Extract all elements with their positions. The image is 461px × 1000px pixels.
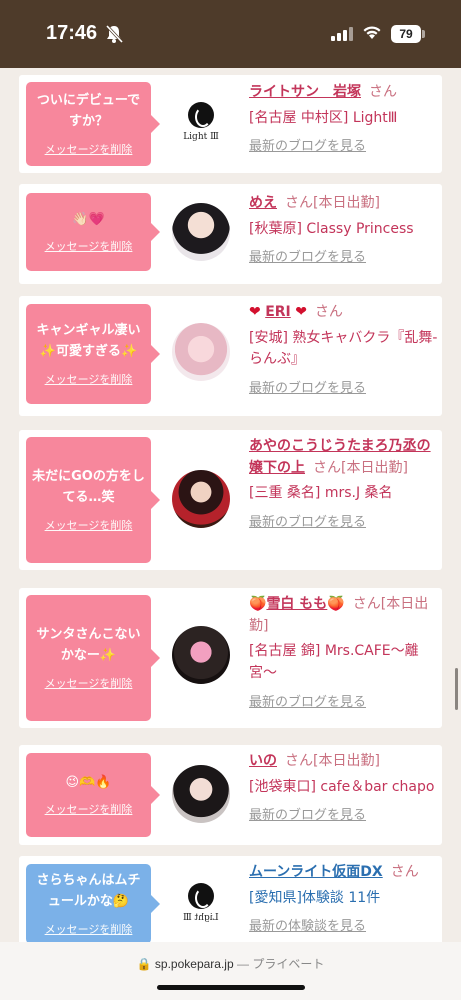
delete-message-link[interactable]: メッセージを削除 xyxy=(45,921,133,937)
delete-message-link[interactable]: メッセージを削除 xyxy=(45,238,133,254)
peach-icon: 🍑 xyxy=(327,596,345,612)
shop-link[interactable]: [秋葉原] Classy Princess xyxy=(249,219,439,241)
girl-name-link[interactable]: 雪白 もも xyxy=(266,596,327,612)
message-bubble[interactable]: キャンギャル凄い✨可愛すぎる✨ メッセージを削除 xyxy=(26,304,160,404)
moon-logo-icon xyxy=(188,883,214,909)
girl-avatar[interactable] xyxy=(172,203,230,261)
delete-message-link[interactable]: メッセージを削除 xyxy=(45,675,133,691)
shop-link[interactable]: [名古屋 中村区] LightⅢ xyxy=(249,108,439,130)
message-card: さらちゃんはムチュールかな🤔 メッセージを削除 Light Ⅲ ムーンライト仮面… xyxy=(19,856,442,956)
girl-name-link[interactable]: ERI xyxy=(265,304,291,320)
message-card: ついにデビューですか？ メッセージを削除 Light Ⅲ ライトサン 岩塚 さん … xyxy=(19,75,442,173)
shop-link[interactable]: [名古屋 錦] Mrs.CAFE〜離宮〜 xyxy=(249,641,439,684)
girl-name-link[interactable]: めえ xyxy=(249,195,277,211)
latest-review-link[interactable]: 最新の体験談を見る xyxy=(249,917,366,937)
girl-avatar[interactable] xyxy=(172,323,230,381)
logo-text: Light Ⅲ xyxy=(183,132,219,142)
message-text: 😉🫶🔥 xyxy=(65,774,112,790)
message-info: いの さん[本日出勤] [池袋東口] cafe＆bar chapo 最新のブログを… xyxy=(249,751,439,827)
message-bubble[interactable]: 未だにGOの方をしてる…笑 メッセージを削除 xyxy=(26,437,160,563)
shop-link[interactable]: [池袋東口] cafe＆bar chapo xyxy=(249,777,439,799)
message-bubble[interactable]: 😉🫶🔥 メッセージを削除 xyxy=(26,753,160,837)
peach-icon: 🍑 xyxy=(249,596,267,612)
bell-slash-icon xyxy=(105,24,124,44)
shop-link[interactable]: [三重 桑名] mrs.J 桑名 xyxy=(249,483,439,505)
latest-blog-link[interactable]: 最新のブログを見る xyxy=(249,248,366,268)
browser-url-bar[interactable]: 🔒 sp.pokepara.jp — プライベート xyxy=(0,942,461,1000)
shop-logo: Light Ⅲ xyxy=(172,874,230,932)
girl-name-link[interactable]: ムーンライト仮面DX xyxy=(249,864,383,880)
scrollbar-thumb[interactable] xyxy=(455,668,458,710)
status-time: 17:46 xyxy=(46,22,98,44)
message-text: 未だにGOの方をしてる…笑 xyxy=(32,469,145,505)
latest-blog-link[interactable]: 最新のブログを見る xyxy=(249,137,366,157)
message-card: 😉🫶🔥 メッセージを削除 いの さん[本日出勤] [池袋東口] cafe＆bar … xyxy=(19,745,442,845)
name-suffix: さん xyxy=(314,304,343,320)
shop-link[interactable]: [安城] 熟女キャバクラ『乱舞-らんぶ』 xyxy=(249,328,439,371)
message-info: ライトサン 岩塚 さん [名古屋 中村区] LightⅢ 最新のブログを見る xyxy=(249,82,439,158)
battery-indicator: 79 xyxy=(391,25,421,43)
delete-message-link[interactable]: メッセージを削除 xyxy=(45,141,133,157)
girl-avatar[interactable] xyxy=(172,470,230,528)
latest-blog-link[interactable]: 最新のブログを見る xyxy=(249,806,366,826)
girl-name-link[interactable]: ライトサン 岩塚 xyxy=(249,84,361,100)
message-card: キャンギャル凄い✨可愛すぎる✨ メッセージを削除 ❤ ERI ❤ さん [安城] … xyxy=(19,296,442,416)
heart-icon: ❤ xyxy=(249,304,261,320)
moon-logo-icon xyxy=(188,102,214,128)
signal-icon xyxy=(331,27,353,41)
message-card: 未だにGOの方をしてる…笑 メッセージを削除 あやのこうじうたまろ乃丞の嬢下の上… xyxy=(19,430,442,570)
latest-blog-link[interactable]: 最新のブログを見る xyxy=(249,693,366,713)
name-suffix: さん[本日出勤] xyxy=(313,459,408,476)
heart-icon: ❤ xyxy=(295,304,307,320)
home-indicator[interactable] xyxy=(157,985,305,990)
status-bar: 17:46 79 xyxy=(0,0,461,68)
shop-logo: Light Ⅲ xyxy=(172,93,230,151)
message-text: サンタさんこないかなー✨ xyxy=(36,627,141,663)
girl-name-link[interactable]: いの xyxy=(249,753,277,769)
message-text: さらちゃんはムチュールかな🤔 xyxy=(36,873,141,909)
latest-blog-link[interactable]: 最新のブログを見る xyxy=(249,379,366,399)
girl-avatar[interactable] xyxy=(172,765,230,823)
message-bubble[interactable]: 👋🏻💗 メッセージを削除 xyxy=(26,193,160,271)
message-info: あやのこうじうたまろ乃丞の嬢下の上 さん[本日出勤] [三重 桑名] mrs.J … xyxy=(249,436,439,534)
latest-blog-link[interactable]: 最新のブログを見る xyxy=(249,513,366,533)
message-info: ムーンライト仮面DX さん [愛知県]体験談 11件 最新の体験談を見る xyxy=(249,862,439,938)
review-count-link[interactable]: [愛知県]体験談 11件 xyxy=(249,888,439,910)
url-separator: — xyxy=(237,957,249,971)
message-bubble[interactable]: サンタさんこないかなー✨ メッセージを削除 xyxy=(26,595,160,721)
name-suffix: さん xyxy=(390,864,419,880)
url-display[interactable]: 🔒 sp.pokepara.jp — プライベート xyxy=(0,955,461,972)
message-text: 👋🏻💗 xyxy=(72,211,105,227)
girl-avatar[interactable] xyxy=(172,626,230,684)
message-info: ❤ ERI ❤ さん [安城] 熟女キャバクラ『乱舞-らんぶ』 最新のブログを見る xyxy=(249,302,439,400)
message-info: 🍑雪白 もも🍑 さん[本日出勤] [名古屋 錦] Mrs.CAFE〜離宮〜 最新の… xyxy=(249,594,439,713)
url-domain: sp.pokepara.jp xyxy=(154,957,234,971)
message-bubble[interactable]: さらちゃんはムチュールかな🤔 メッセージを削除 xyxy=(26,864,160,944)
wifi-icon xyxy=(363,26,381,39)
name-suffix: さん xyxy=(369,84,397,100)
name-suffix: さん[本日出勤] xyxy=(285,753,380,769)
name-suffix: さん[本日出勤] xyxy=(285,195,380,211)
logo-text: Light Ⅲ xyxy=(183,913,219,923)
delete-message-link[interactable]: メッセージを削除 xyxy=(45,371,133,387)
message-card: 👋🏻💗 メッセージを削除 めえ さん[本日出勤] [秋葉原] Classy Pri… xyxy=(19,184,442,284)
battery-tip xyxy=(422,30,425,38)
delete-message-link[interactable]: メッセージを削除 xyxy=(45,801,133,817)
message-text: キャンギャル凄い✨可愛すぎる✨ xyxy=(36,323,141,359)
message-text: ついにデビューですか？ xyxy=(36,93,141,129)
message-bubble[interactable]: ついにデビューですか？ メッセージを削除 xyxy=(26,82,160,166)
delete-message-link[interactable]: メッセージを削除 xyxy=(45,517,133,533)
message-info: めえ さん[本日出勤] [秋葉原] Classy Princess 最新のブログを… xyxy=(249,193,439,269)
lock-icon: 🔒 xyxy=(136,957,152,971)
message-card: サンタさんこないかなー✨ メッセージを削除 🍑雪白 もも🍑 さん[本日出勤] [名… xyxy=(19,588,442,728)
private-mode-label: プライベート xyxy=(252,957,325,971)
